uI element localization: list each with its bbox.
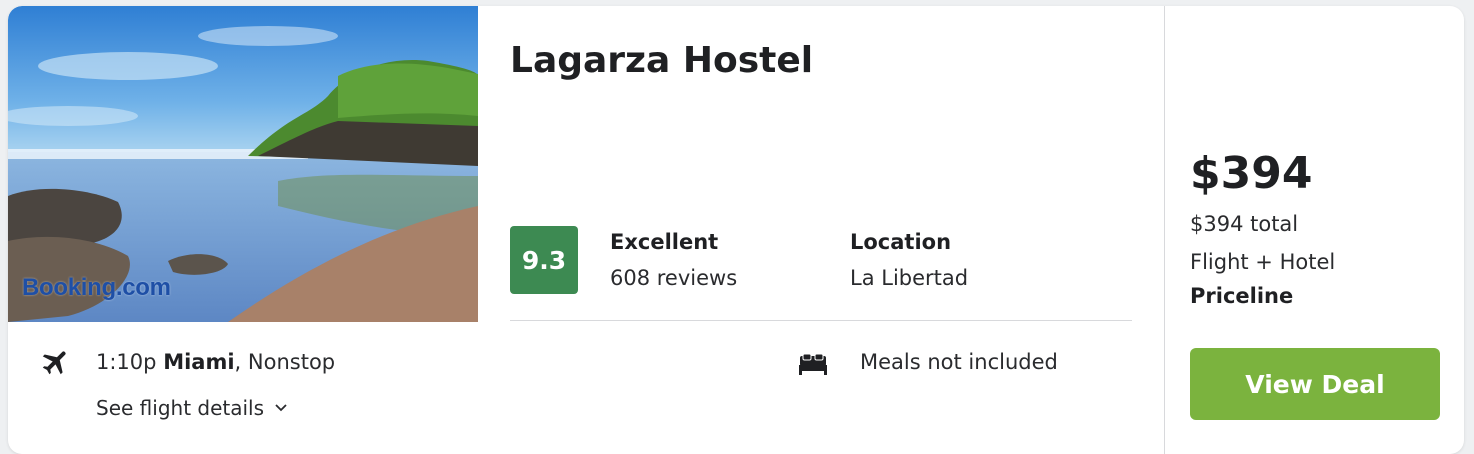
flight-summary: 1:10p Miami, Nonstop [96,350,335,374]
flight-time: 1:10p [96,350,157,374]
flight-details-label: See flight details [96,396,265,420]
location-label: Location [850,230,952,254]
rating-label: Excellent [610,230,719,254]
see-flight-details-link[interactable]: See flight details [96,396,288,420]
flight-stops: , Nonstop [234,350,336,374]
price-total: $394 total [1190,212,1299,236]
price: $394 [1190,148,1313,199]
section-divider [510,320,1132,321]
result-card: Booking.com Lagarza Hostel 9.3 Excellent… [8,6,1464,454]
flight-origin: Miami [163,350,235,374]
bed-icon [799,353,827,375]
meals-info: Meals not included [860,350,1058,374]
hotel-photo[interactable]: Booking.com [8,6,478,322]
price-column-divider [1164,6,1165,454]
view-deal-button[interactable]: View Deal [1190,348,1440,420]
hotel-name[interactable]: Lagarza Hostel [510,40,813,81]
photo-watermark: Booking.com [22,274,171,301]
review-count: 608 reviews [610,266,738,290]
location-value: La Libertad [850,266,969,290]
chevron-down-icon [275,404,287,412]
package-type: Flight + Hotel [1190,250,1336,274]
provider-name: Priceline [1190,284,1294,308]
score-badge: 9.3 [510,226,578,294]
airplane-icon [42,351,66,375]
